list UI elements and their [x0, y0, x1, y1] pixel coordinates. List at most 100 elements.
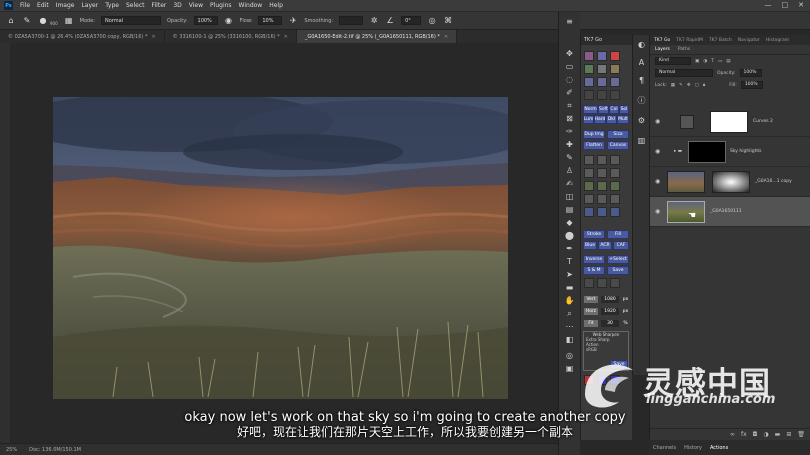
tk7-stroke-button[interactable]: Stroke	[583, 230, 605, 239]
menu-file[interactable]: File	[20, 2, 30, 9]
tk7-icon-21[interactable]	[610, 181, 620, 191]
tk7-icon-24[interactable]	[610, 194, 620, 204]
tk7-horz-button[interactable]: Horz	[583, 307, 599, 316]
frame-tool-icon[interactable]: ⊠	[564, 113, 575, 124]
visibility-eye-icon[interactable]: ◉	[655, 118, 663, 125]
tk7-select-button[interactable]: +Select	[607, 255, 629, 264]
tk7-caf-button[interactable]: CAF	[613, 241, 629, 250]
eraser-icon[interactable]: ◫	[564, 191, 575, 202]
close-button[interactable]: ✕	[798, 1, 804, 9]
tk7-icon-19[interactable]	[584, 181, 594, 191]
visibility-eye-icon[interactable]: ◉	[655, 148, 663, 155]
blend-mode-select[interactable]: Normal	[655, 69, 713, 77]
smoothing-settings-icon[interactable]: ✲	[369, 16, 379, 26]
visibility-eye-icon[interactable]: ◉	[655, 178, 663, 185]
type-panel-icon[interactable]: A	[636, 57, 647, 68]
tk7-sm-button[interactable]: S & M	[583, 266, 605, 275]
tk7-fit-button[interactable]: Fit	[583, 319, 599, 328]
tk7-icon-30[interactable]	[610, 278, 620, 288]
tk7-horz-value[interactable]: 1920	[600, 307, 620, 316]
canvas-area[interactable]	[10, 43, 558, 443]
layer-row[interactable]: ◉ _G0A16...1 copy	[650, 167, 810, 197]
home-icon[interactable]: ⌂	[6, 16, 16, 26]
layer-row[interactable]: ◉ ▸ ▬ Sky highlights	[650, 137, 810, 167]
tab-paths[interactable]: Paths	[678, 47, 690, 52]
go-panel-icon[interactable]: ◐	[636, 39, 647, 50]
layer-filter-select[interactable]: Kind	[655, 57, 691, 65]
tk7-icon-25[interactable]	[584, 207, 594, 217]
tk7-icon-22[interactable]	[584, 194, 594, 204]
tk7-col-button[interactable]: Col	[609, 105, 619, 114]
tk7-icon-28[interactable]	[584, 278, 594, 288]
airbrush-icon[interactable]: ✈	[288, 16, 298, 26]
brush-preset-icon[interactable]: ●	[38, 16, 48, 26]
paragraph-panel-icon[interactable]: ¶	[636, 75, 647, 86]
menu-select[interactable]: Select	[126, 2, 145, 9]
pressure-opacity-icon[interactable]: ◉	[224, 16, 234, 26]
tab-history[interactable]: History	[684, 445, 702, 451]
gradient-icon[interactable]: ▤	[564, 204, 575, 215]
tab-channels[interactable]: Channels	[653, 445, 676, 451]
lock-position-icon[interactable]: ✥	[687, 83, 691, 88]
clone-stamp-icon[interactable]: ♙	[564, 165, 575, 176]
properties-panel-icon[interactable]: ⚙	[636, 115, 647, 126]
tk7-icon-9[interactable]	[610, 77, 620, 87]
menu-type[interactable]: Type	[105, 2, 119, 9]
tk7-inverse-button[interactable]: Inverse	[583, 255, 605, 264]
opacity-field[interactable]: 100%	[193, 16, 218, 25]
document-tab-1[interactable]: © 0ZA5A3700-1 @ 26.4% (0ZA5A3700 copy, R…	[0, 30, 165, 43]
pressure-size-icon[interactable]: ◎	[427, 16, 437, 26]
tk7-icon-29[interactable]	[597, 278, 607, 288]
tk7-icon-18[interactable]	[610, 168, 620, 178]
tk7-norm-button[interactable]: Norm	[583, 105, 598, 114]
tk7-lum-button[interactable]: Lum	[583, 115, 594, 124]
lock-paint-icon[interactable]: ✎	[679, 83, 683, 88]
maximize-button[interactable]: □	[782, 1, 789, 9]
info-panel-icon[interactable]: ⓘ	[636, 95, 647, 106]
brush-tool-icon[interactable]: ✎	[22, 16, 32, 26]
color-swatches-icon[interactable]: ◧	[564, 334, 575, 345]
healing-brush-icon[interactable]: ✚	[564, 139, 575, 150]
tk7-vert-value[interactable]: 1080	[600, 295, 620, 304]
tk7-icon-11[interactable]	[597, 90, 607, 100]
tab-tk7-go[interactable]: TK7 Go	[654, 38, 670, 43]
tk7-icon-5[interactable]	[597, 64, 607, 74]
zoom-level[interactable]: 25%	[6, 447, 17, 453]
tk7-icon-15[interactable]	[610, 155, 620, 165]
tk7-icon-4[interactable]	[584, 64, 594, 74]
layer-row[interactable]: ◉ Curves 2	[650, 107, 810, 137]
tab-tk7-rapidm[interactable]: TK7 RapidM	[676, 38, 703, 43]
visibility-eye-icon[interactable]: ◉	[655, 208, 663, 215]
screen-mode-icon[interactable]: ▣	[564, 363, 575, 374]
tk7-blue-button[interactable]: Blue	[583, 241, 597, 250]
tk7-icon-14[interactable]	[597, 155, 607, 165]
tk7-dkl-button[interactable]: Dkl	[606, 115, 617, 124]
blur-tool-icon[interactable]: ◆	[564, 217, 575, 228]
filter-shape-icon[interactable]: ▭	[718, 59, 722, 64]
move-tool-icon[interactable]: ✥	[564, 48, 575, 59]
layer-row-selected[interactable]: ◉ ☚ _G0A1650111	[650, 197, 810, 227]
tk7-icon-13[interactable]	[584, 155, 594, 165]
tk7-hard-button[interactable]: Hard	[594, 115, 606, 124]
tk7-icon-26[interactable]	[597, 207, 607, 217]
close-tab-icon[interactable]: ✕	[151, 34, 155, 40]
panel-collapse-icon[interactable]: ≡	[564, 16, 575, 27]
srgb-checkbox[interactable]: sRGB	[584, 347, 628, 352]
tab-layers[interactable]: Layers	[655, 47, 670, 52]
tk7-vert-button[interactable]: Vert	[583, 295, 599, 304]
artboard-tool-icon[interactable]: ▭	[564, 61, 575, 72]
tk7-icon-8[interactable]	[597, 77, 607, 87]
minimize-button[interactable]: —	[765, 1, 772, 9]
menu-view[interactable]: View	[189, 2, 203, 9]
quick-select-icon[interactable]: ✐	[564, 87, 575, 98]
quick-mask-icon[interactable]: ◎	[564, 350, 575, 361]
filter-type-icon[interactable]: T	[711, 59, 714, 64]
document-tab-3[interactable]: _G0A1650-Edit-2.tif @ 25% (_G0A1650111, …	[296, 30, 458, 43]
menu-help[interactable]: Help	[269, 2, 283, 9]
tk7-save-button[interactable]: Save	[607, 266, 629, 275]
brush-settings-icon[interactable]: ▦	[64, 16, 74, 26]
tk7-icon-2[interactable]	[597, 51, 607, 61]
tk7-fit-value[interactable]: 30	[600, 319, 620, 328]
tk7-icon-20[interactable]	[597, 181, 607, 191]
tab-actions[interactable]: Actions	[710, 445, 728, 451]
